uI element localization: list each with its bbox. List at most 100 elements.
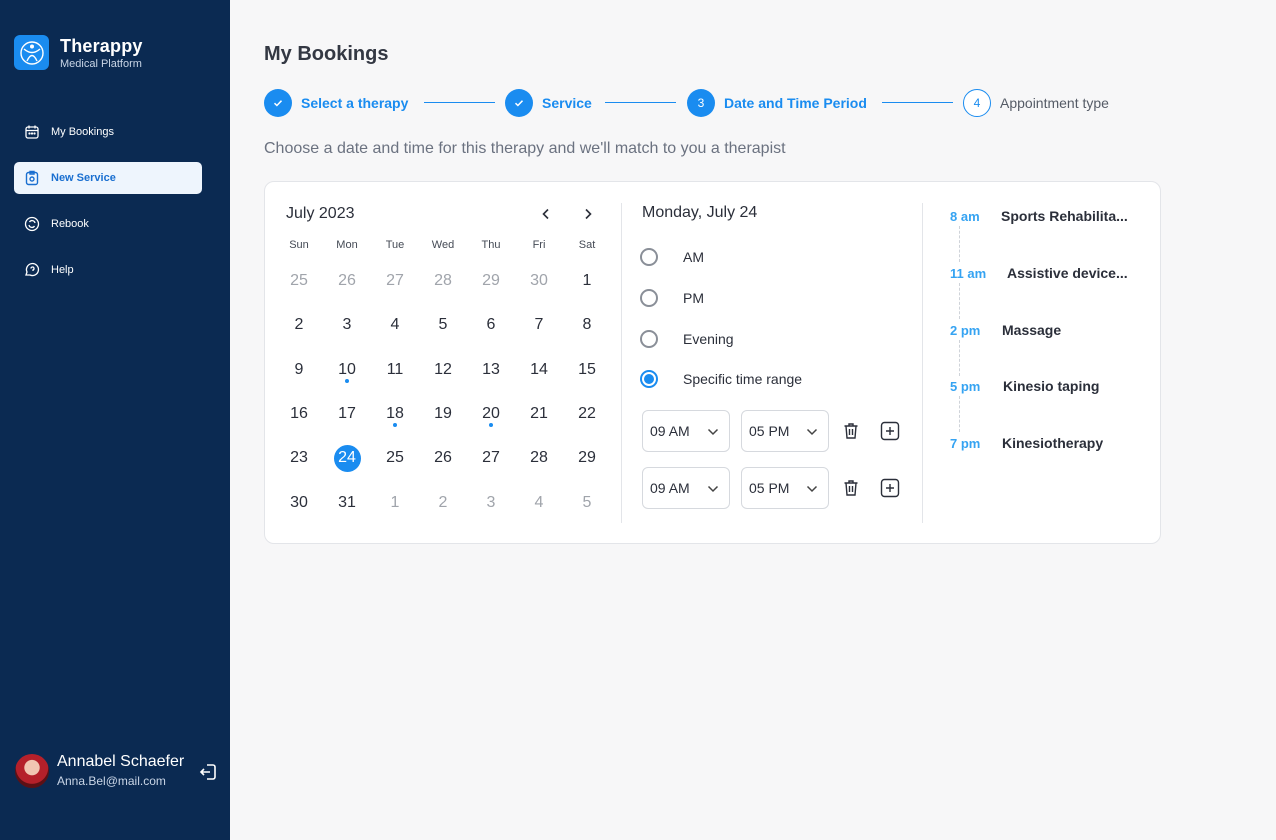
time-to-select[interactable]: 05 PM [741,410,829,452]
timeline-item[interactable]: 11 am Assistive device... [950,264,1128,282]
calendar-day[interactable]: 19 [419,392,467,436]
sidebar-item-help[interactable]: Help [14,254,202,286]
refresh-icon [23,216,40,233]
calendar-day[interactable]: 28 [515,436,563,480]
user-name: Annabel Schaefer [57,753,185,770]
timeline-time: 7 pm [950,435,981,451]
option-pm[interactable]: PM [640,289,704,307]
add-range-icon[interactable] [880,421,900,441]
day-number: 28 [530,449,548,467]
calendar-day[interactable]: 18 [371,392,419,436]
calendar-day[interactable]: 5 [563,480,611,524]
calendar-day[interactable]: 30 [275,480,323,524]
chevron-right-icon[interactable] [578,204,598,224]
calendar-day[interactable]: 30 [515,259,563,303]
calendar-day[interactable]: 26 [419,436,467,480]
sidebar-item-new-service[interactable]: New Service [14,162,202,194]
timeline-item[interactable]: 5 pm Kinesio taping [950,377,1099,395]
sidebar-item-my-bookings[interactable]: My Bookings [14,116,202,148]
divider [922,203,923,523]
calendar-day[interactable]: 25 [371,436,419,480]
booking-card: July 2023 Sun Mon Tue Wed Thu Fri Sat 25 26 27 28… [264,181,1161,544]
time-from-select[interactable]: 09 AM [642,467,730,509]
add-range-icon[interactable] [880,478,900,498]
calendar-week: 23 24 25 26 27 28 29 [275,436,611,480]
day-number: 30 [530,272,548,290]
calendar-day[interactable]: 27 [371,259,419,303]
selected-date-heading: Monday, July 24 [642,204,758,221]
time-to-select[interactable]: 05 PM [741,467,829,509]
radio-button[interactable] [640,330,658,348]
trash-icon[interactable] [841,421,861,441]
radio-button[interactable] [640,370,658,388]
timeline-item[interactable]: 2 pm Massage [950,321,1061,339]
calendar-day[interactable]: 15 [563,348,611,392]
step-connector [605,102,676,103]
calendar-day[interactable]: 29 [467,259,515,303]
day-number: 25 [386,449,404,467]
day-number: 6 [486,316,496,334]
user-profile[interactable]: Annabel Schaefer Anna.Bel@mail.com [15,753,184,788]
calendar-day[interactable]: 13 [467,348,515,392]
calendar-day[interactable]: 1 [371,480,419,524]
step-label: Date and Time Period [724,95,867,111]
calendar-day[interactable]: 25 [275,259,323,303]
step-number: 3 [687,89,715,117]
step-select-therapy[interactable]: Select a therapy [264,89,408,117]
user-email: Anna.Bel@mail.com [57,774,166,788]
calendar-day[interactable]: 4 [515,480,563,524]
calendar-day[interactable]: 14 [515,348,563,392]
timeline-time: 5 pm [950,378,981,394]
option-specific-time-range[interactable]: Specific time range [640,370,802,388]
calendar-day[interactable]: 17 [323,392,371,436]
calendar-day[interactable]: 21 [515,392,563,436]
calendar-day[interactable]: 3 [467,480,515,524]
calendar-day-selected[interactable]: 24 [323,436,371,480]
calendar-week: 25 26 27 28 29 30 1 [275,259,611,303]
calendar-day[interactable]: 5 [419,303,467,347]
calendar-day[interactable]: 26 [323,259,371,303]
calendar-week: 9 10 11 12 13 14 15 [275,348,611,392]
logout-icon[interactable] [198,762,218,782]
therappy-logo-icon [14,35,49,70]
brand[interactable]: Therappy Medical Platform [14,35,143,70]
calendar-day[interactable]: 11 [371,348,419,392]
timeline-item[interactable]: 8 am Sports Rehabilita... [950,207,1128,225]
check-icon [505,89,533,117]
chevron-left-icon[interactable] [536,204,556,224]
calendar-day[interactable]: 12 [419,348,467,392]
time-from-select[interactable]: 09 AM [642,410,730,452]
option-am[interactable]: AM [640,248,704,266]
calendar-day[interactable]: 6 [467,303,515,347]
calendar-day[interactable]: 10 [323,348,371,392]
calendar-day[interactable]: 8 [563,303,611,347]
timeline-item[interactable]: 7 pm Kinesiotherapy [950,434,1103,452]
step-date-time[interactable]: 3 Date and Time Period [687,89,867,117]
day-number: 2 [294,316,304,334]
calendar-day[interactable]: 9 [275,348,323,392]
calendar-day[interactable]: 7 [515,303,563,347]
calendar-day[interactable]: 27 [467,436,515,480]
day-number: 27 [386,272,404,290]
calendar-day[interactable]: 28 [419,259,467,303]
calendar-day[interactable]: 1 [563,259,611,303]
option-evening[interactable]: Evening [640,330,734,348]
step-appointment-type[interactable]: 4 Appointment type [963,89,1109,117]
calendar-day[interactable]: 2 [275,303,323,347]
calendar-day[interactable]: 23 [275,436,323,480]
day-number: 3 [486,493,496,511]
calendar-day[interactable]: 29 [563,436,611,480]
option-label: Specific time range [683,371,803,387]
calendar-day[interactable]: 2 [419,480,467,524]
sidebar-item-rebook[interactable]: Rebook [14,208,202,240]
calendar-day[interactable]: 31 [323,480,371,524]
trash-icon[interactable] [841,478,861,498]
calendar-day[interactable]: 16 [275,392,323,436]
radio-button[interactable] [640,289,658,307]
radio-button[interactable] [640,248,658,266]
calendar-day[interactable]: 20 [467,392,515,436]
calendar-day[interactable]: 4 [371,303,419,347]
calendar-day[interactable]: 3 [323,303,371,347]
calendar-day[interactable]: 22 [563,392,611,436]
step-service[interactable]: Service [505,89,592,117]
